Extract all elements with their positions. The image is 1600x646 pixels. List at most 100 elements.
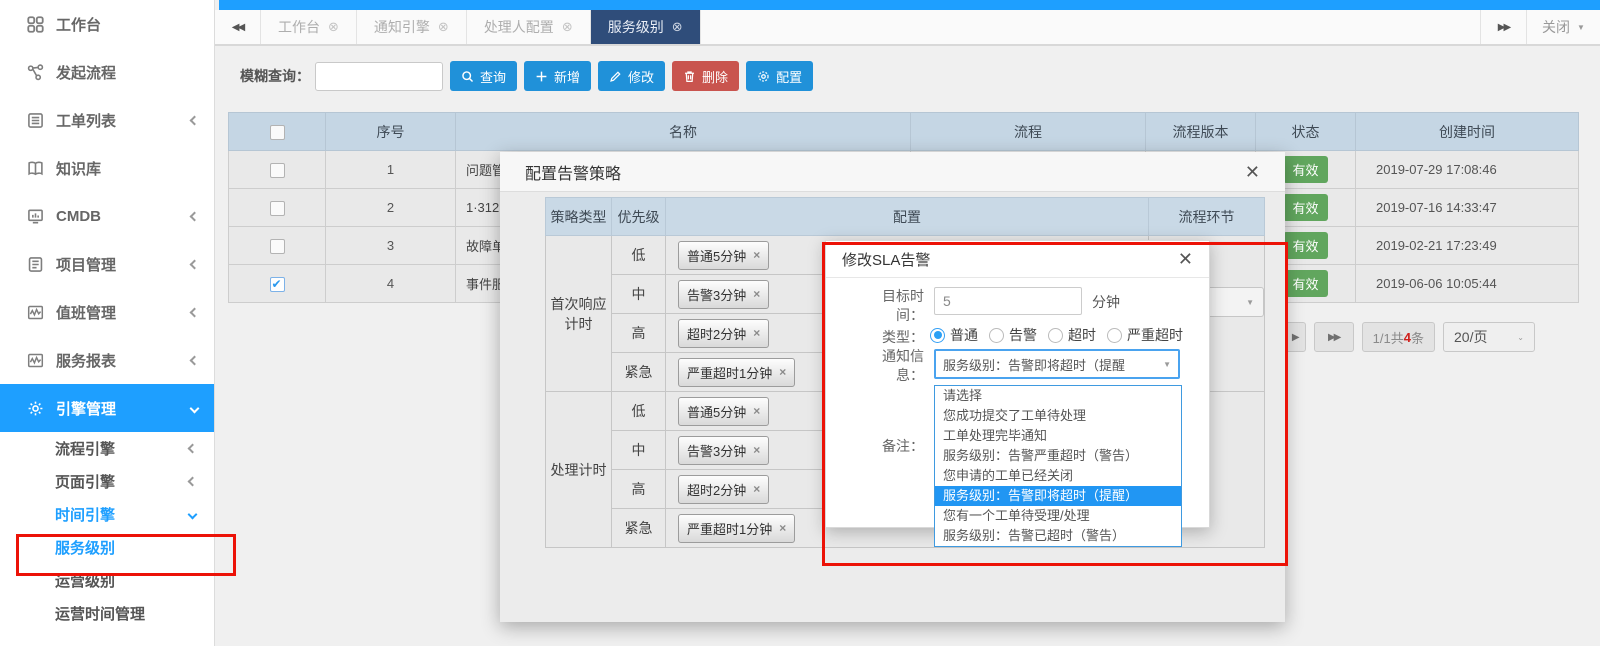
edit-button[interactable]: 修改	[598, 61, 665, 91]
sidebar-subitem-time-engine[interactable]: 时间引擎	[0, 498, 214, 531]
column-header-name: 名称	[456, 113, 911, 151]
tab-close-icon[interactable]: ⊗	[562, 19, 573, 35]
dropdown-option[interactable]: 请选择	[935, 386, 1181, 406]
table-header-row: 序号 名称 流程 流程版本 状态 创建时间	[229, 113, 1579, 151]
sla-tag[interactable]: 告警3分钟×	[678, 280, 769, 309]
sidebar-subitem-flow-engine[interactable]: 流程引擎	[0, 432, 214, 465]
tab-workbench[interactable]: 工作台 ⊗	[261, 10, 357, 44]
tag-remove-icon[interactable]: ×	[753, 404, 760, 418]
dropdown-option[interactable]: 您成功提交了工单待处理	[935, 406, 1181, 426]
sidebar-item-knowledge-base[interactable]: 知识库	[0, 144, 214, 192]
fuzzy-search-input[interactable]	[315, 62, 443, 91]
page-size-select[interactable]: 20/页 ⌄	[1443, 322, 1535, 352]
select-all-checkbox[interactable]	[270, 125, 285, 140]
sidebar-item-label: 值班管理	[56, 302, 191, 323]
sidebar-item-service-report[interactable]: 服务报表	[0, 336, 214, 384]
next-page-button[interactable]: ▶	[1284, 322, 1306, 352]
tag-remove-icon[interactable]: ×	[753, 326, 760, 340]
double-right-arrow-icon: ▶▶	[1498, 22, 1509, 33]
type-radio-group: 普通 告警 超时 严重超时	[930, 325, 1183, 345]
sla-tag[interactable]: 超时2分钟×	[678, 319, 769, 348]
sidebar-subitem-operation-level[interactable]: 运营级别	[0, 564, 214, 597]
caret-down-icon: ▼	[1246, 298, 1254, 307]
dropdown-option[interactable]: 您有一个工单待受理/处理	[935, 506, 1181, 526]
dropdown-option[interactable]: 服务级别：告警已超时（警告）	[935, 526, 1181, 546]
chevron-down-icon: ⌄	[1517, 333, 1524, 342]
dropdown-option[interactable]: 服务级别：告警严重超时（警告）	[935, 446, 1181, 466]
sidebar-item-engine-mgmt[interactable]: 引擎管理	[0, 384, 214, 432]
radio-icon[interactable]	[989, 328, 1004, 343]
tag-remove-icon[interactable]: ×	[753, 248, 760, 262]
tag-remove-icon[interactable]: ×	[753, 287, 760, 301]
config-button[interactable]: 配置	[746, 61, 813, 91]
dropdown-option[interactable]: 服务级别：告警即将超时（提醒）	[935, 486, 1181, 506]
sla-tag[interactable]: 严重超时1分钟×	[678, 358, 795, 387]
target-time-input[interactable]	[934, 287, 1082, 315]
tab-handler-config[interactable]: 处理人配置 ⊗	[467, 10, 591, 44]
delete-button[interactable]: 删除	[672, 61, 739, 91]
tab-close-icon[interactable]: ⊗	[438, 19, 449, 35]
row-checkbox[interactable]	[270, 277, 285, 292]
tab-close-icon[interactable]: ⊗	[328, 19, 339, 35]
radio-option-timeout[interactable]: 超时	[1048, 325, 1096, 345]
add-button[interactable]: 新增	[524, 61, 591, 91]
sla-modal-title: 修改SLA告警	[842, 249, 930, 270]
last-page-button[interactable]: ▶▶	[1314, 322, 1354, 352]
dropdown-option[interactable]: 工单处理完毕通知	[935, 426, 1181, 446]
document-icon	[26, 255, 45, 274]
policy-type-cell: 处理计时	[546, 392, 612, 548]
tag-remove-icon[interactable]: ×	[779, 521, 786, 535]
sidebar-item-label: 引擎管理	[56, 398, 191, 419]
close-icon[interactable]: ✕	[1245, 163, 1260, 181]
cell-created: 2019-07-29 17:08:46	[1356, 151, 1579, 189]
radio-option-severe-timeout[interactable]: 严重超时	[1107, 325, 1183, 345]
double-left-arrow-icon: ◀◀	[232, 22, 243, 33]
sla-modal-header: 修改SLA告警 ✕	[826, 241, 1209, 278]
radio-icon[interactable]	[1048, 328, 1063, 343]
sla-tag[interactable]: 普通5分钟×	[678, 397, 769, 426]
tab-notify-engine[interactable]: 通知引擎 ⊗	[357, 10, 467, 44]
plus-icon	[535, 70, 548, 83]
tabs-scroll-left-button[interactable]: ◀◀	[215, 10, 261, 44]
list-icon	[26, 111, 45, 130]
sidebar-item-cmdb[interactable]: CMDB	[0, 192, 214, 240]
tag-remove-icon[interactable]: ×	[779, 365, 786, 379]
close-tabs-dropdown[interactable]: 关闭 ▼	[1526, 10, 1600, 44]
column-header-flow: 流程	[911, 113, 1146, 151]
tab-close-icon[interactable]: ⊗	[672, 19, 683, 35]
sidebar-item-project-mgmt[interactable]: 项目管理	[0, 240, 214, 288]
query-button[interactable]: 查询	[450, 61, 517, 91]
status-badge: 有效	[1283, 156, 1327, 183]
sidebar-subitem-page-engine[interactable]: 页面引擎	[0, 465, 214, 498]
radio-icon[interactable]	[930, 328, 945, 343]
priority-cell: 紧急	[612, 353, 666, 392]
radio-option-alert[interactable]: 告警	[989, 325, 1037, 345]
modal-header: 配置告警策略 ✕	[500, 152, 1285, 192]
sla-tag[interactable]: 超时2分钟×	[678, 475, 769, 504]
sidebar-subitem-operation-time-mgmt[interactable]: 运营时间管理	[0, 597, 214, 630]
row-checkbox[interactable]	[270, 163, 285, 178]
row-checkbox[interactable]	[270, 239, 285, 254]
dropdown-option[interactable]: 您申请的工单已经关闭	[935, 466, 1181, 486]
tag-remove-icon[interactable]: ×	[753, 443, 760, 457]
tag-remove-icon[interactable]: ×	[753, 482, 760, 496]
sidebar-item-label: 工单列表	[56, 110, 191, 131]
toolbar: 模糊查询： 查询 新增 修改 删除 配置	[215, 46, 1600, 106]
sla-tag[interactable]: 告警3分钟×	[678, 436, 769, 465]
tab-service-level[interactable]: 服务级别 ⊗	[591, 10, 701, 44]
close-icon[interactable]: ✕	[1178, 250, 1193, 268]
sidebar-subitem-service-level[interactable]: 服务级别	[0, 531, 214, 564]
sidebar-item-workbench[interactable]: 工作台	[0, 0, 214, 48]
priority-cell: 紧急	[612, 509, 666, 548]
radio-option-normal[interactable]: 普通	[930, 325, 978, 345]
sla-tag[interactable]: 严重超时1分钟×	[678, 514, 795, 543]
caret-down-icon: ▼	[1577, 23, 1585, 32]
radio-icon[interactable]	[1107, 328, 1122, 343]
notify-message-select[interactable]: 服务级别：告警即将超时（提醒 ▼	[934, 349, 1180, 379]
row-checkbox[interactable]	[270, 201, 285, 216]
sidebar-item-duty-mgmt[interactable]: 值班管理	[0, 288, 214, 336]
sidebar-item-ticket-list[interactable]: 工单列表	[0, 96, 214, 144]
tabs-scroll-right-button[interactable]: ▶▶	[1480, 10, 1526, 44]
sla-tag[interactable]: 普通5分钟×	[678, 241, 769, 270]
sidebar-item-start-flow[interactable]: 发起流程	[0, 48, 214, 96]
